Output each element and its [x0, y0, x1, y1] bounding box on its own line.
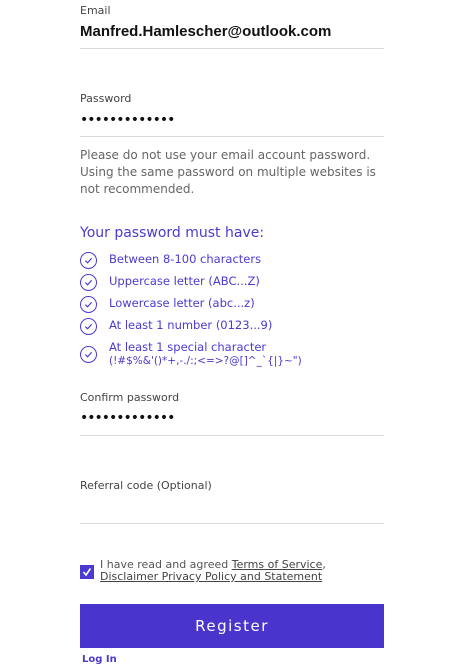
agree-checkbox[interactable]	[80, 565, 94, 579]
checkmark-icon	[82, 568, 92, 577]
rule-uppercase: Uppercase letter (ABC...Z)	[80, 274, 260, 291]
agreement-comma: ,	[322, 558, 326, 571]
register-button[interactable]: Register	[80, 604, 384, 648]
rule-special: At least 1 special character (!#$%&'()*+…	[80, 340, 302, 368]
rule-special-line2: (!#$%&'()*+,-./:;<=>?@[]^_`{|}~")	[109, 355, 302, 367]
rule-text: Between 8-100 characters	[109, 252, 262, 266]
rule-text: Lowercase letter (abc...z)	[109, 296, 255, 310]
rule-text: Uppercase letter (ABC...Z)	[109, 274, 260, 288]
check-circle-icon	[80, 252, 97, 269]
rule-special-line1: At least 1 special character	[109, 340, 267, 354]
email-input[interactable]: Manfred.Hamlescher@outlook.com	[80, 23, 331, 40]
password-input[interactable]: •••••••••••••	[80, 112, 175, 128]
rule-text: At least 1 special character (!#$%&'()*+…	[109, 340, 302, 368]
password-rules-title: Your password must have:	[80, 225, 265, 241]
referral-code-underline	[80, 523, 384, 524]
referral-code-input[interactable]	[80, 496, 384, 522]
email-label: Email	[80, 4, 111, 17]
password-underline	[80, 136, 384, 137]
confirm-password-underline	[80, 435, 384, 436]
referral-code-label: Referral code (Optional)	[80, 479, 212, 492]
email-underline	[80, 48, 384, 49]
rule-length: Between 8-100 characters	[80, 252, 261, 269]
password-label: Password	[80, 92, 132, 105]
check-circle-icon	[80, 274, 97, 291]
password-hint: Please do not use your email account pas…	[80, 148, 376, 196]
confirm-password-input[interactable]: •••••••••••••	[80, 410, 175, 426]
confirm-password-label: Confirm password	[80, 391, 180, 404]
login-link[interactable]: Log In	[82, 654, 117, 665]
check-circle-icon	[80, 346, 97, 363]
agreement-row: I have read and agreed Terms of Service,…	[80, 559, 326, 583]
rule-lowercase: Lowercase letter (abc...z)	[80, 296, 255, 313]
rule-text: At least 1 number (0123...9)	[109, 318, 273, 332]
rule-number: At least 1 number (0123...9)	[80, 318, 272, 335]
privacy-policy-link[interactable]: Disclaimer Privacy Policy and Statement	[100, 570, 322, 583]
check-circle-icon	[80, 296, 97, 313]
check-circle-icon	[80, 318, 97, 335]
agreement-text: I have read and agreed Terms of Service,…	[100, 559, 326, 583]
